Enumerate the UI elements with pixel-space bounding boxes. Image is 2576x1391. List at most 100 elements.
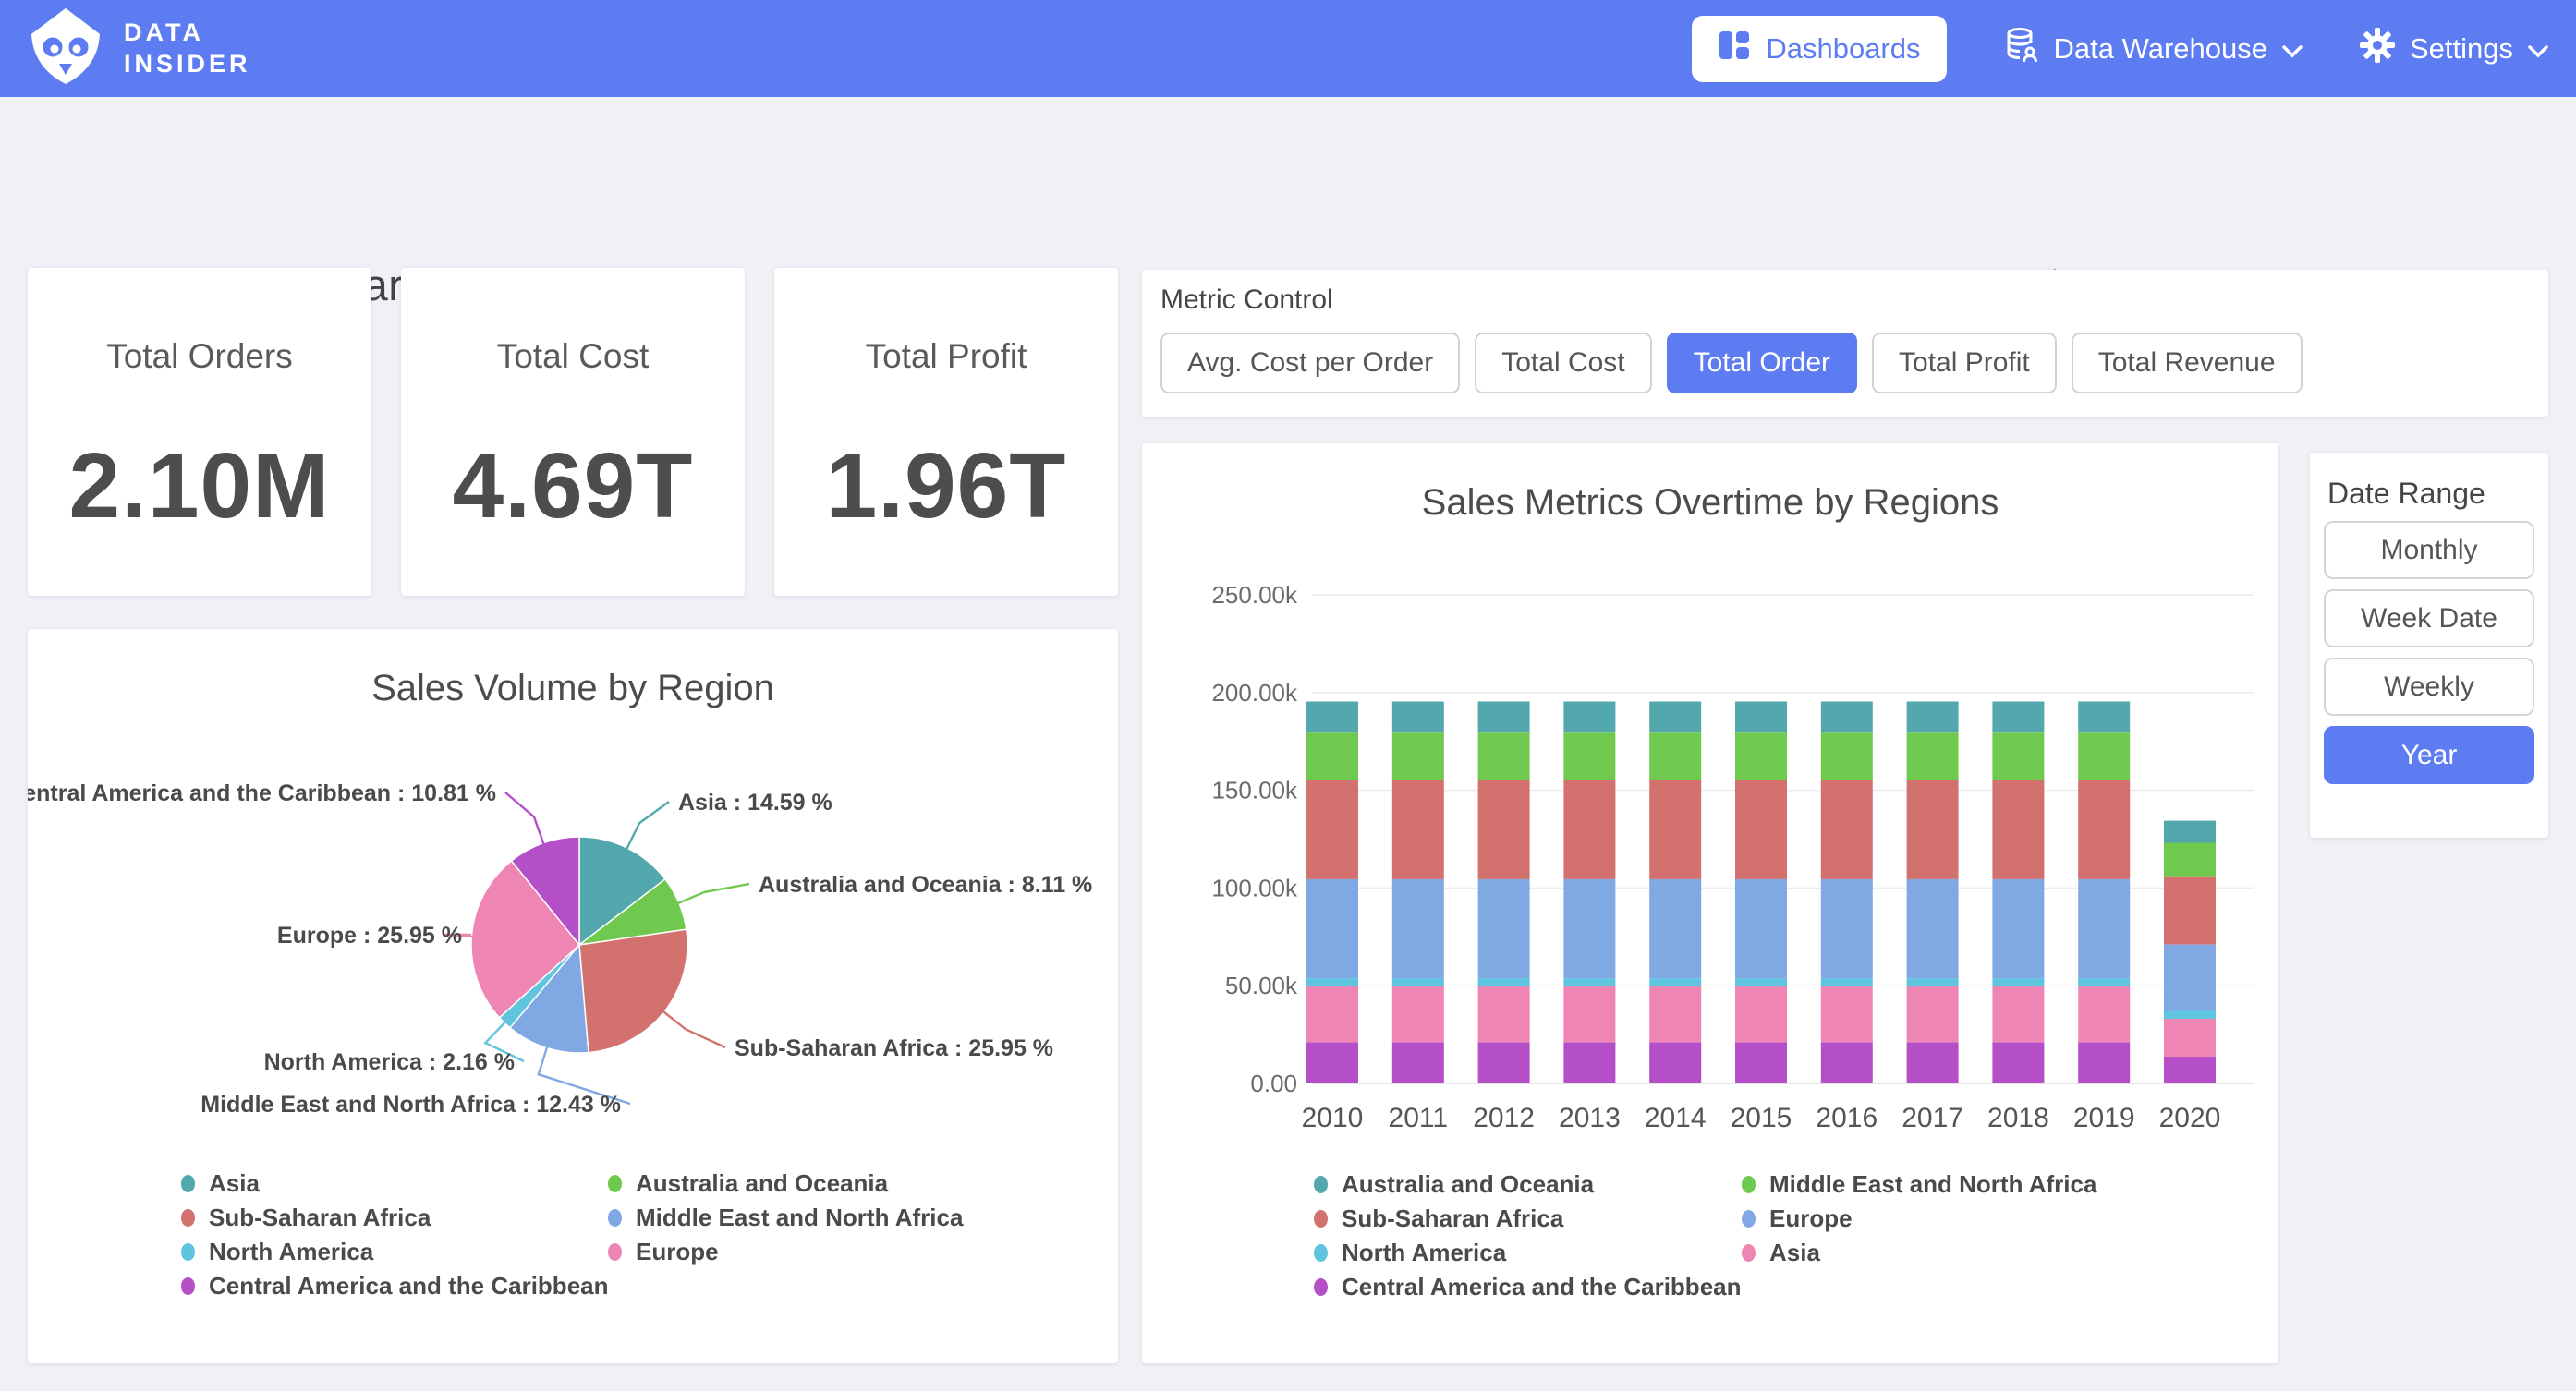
bar-legend-item[interactable]: Central America and the Caribbean [1314, 1270, 1742, 1304]
bar-segment-asia-2018[interactable] [1992, 986, 2044, 1042]
metric-chip-total-profit[interactable]: Total Profit [1872, 333, 2057, 393]
bar-segment-europe-2017[interactable] [1907, 879, 1959, 978]
bar-segment-sub-saharan-africa-2013[interactable] [1563, 780, 1615, 879]
bar-segment-central-america-and-the-caribbean-2015[interactable] [1735, 1042, 1787, 1083]
bar-segment-europe-2013[interactable] [1563, 879, 1615, 978]
pie-legend-item[interactable]: Asia [181, 1167, 608, 1201]
bar-segment-europe-2018[interactable] [1992, 879, 2044, 978]
bar-segment-australia-and-oceania-2019[interactable] [2078, 702, 2130, 733]
date-range-weekly-button[interactable]: Weekly [2324, 658, 2534, 716]
bar-segment-asia-2017[interactable] [1907, 986, 1959, 1042]
date-range-week-date-button[interactable]: Week Date [2324, 589, 2534, 647]
bar-segment-north-america-2020[interactable] [2164, 1011, 2216, 1020]
bar-segment-north-america-2013[interactable] [1563, 978, 1615, 986]
bar-segment-sub-saharan-africa-2010[interactable] [1306, 780, 1358, 879]
bar-segment-middle-east-and-north-africa-2017[interactable] [1907, 732, 1959, 780]
bar-segment-asia-2010[interactable] [1306, 986, 1358, 1042]
bar-segment-middle-east-and-north-africa-2013[interactable] [1563, 732, 1615, 780]
bar-segment-central-america-and-the-caribbean-2016[interactable] [1821, 1042, 1873, 1083]
brand[interactable]: DATA INSIDER [28, 6, 251, 91]
bar-segment-australia-and-oceania-2015[interactable] [1735, 702, 1787, 733]
pie-legend-item[interactable]: Europe [608, 1235, 963, 1269]
pie-legend-item[interactable]: Australia and Oceania [608, 1167, 963, 1201]
bar-segment-north-america-2011[interactable] [1392, 978, 1444, 986]
bar-segment-north-america-2016[interactable] [1821, 978, 1873, 986]
bar-segment-central-america-and-the-caribbean-2013[interactable] [1563, 1042, 1615, 1083]
bar-segment-australia-and-oceania-2020[interactable] [2164, 821, 2216, 843]
bar-segment-australia-and-oceania-2016[interactable] [1821, 702, 1873, 733]
bar-segment-middle-east-and-north-africa-2011[interactable] [1392, 732, 1444, 780]
bar-segment-central-america-and-the-caribbean-2010[interactable] [1306, 1042, 1358, 1083]
bar-segment-sub-saharan-africa-2011[interactable] [1392, 780, 1444, 879]
bar-segment-central-america-and-the-caribbean-2018[interactable] [1992, 1042, 2044, 1083]
bar-segment-middle-east-and-north-africa-2019[interactable] [2078, 732, 2130, 780]
bar-segment-asia-2013[interactable] [1563, 986, 1615, 1042]
bar-segment-middle-east-and-north-africa-2010[interactable] [1306, 732, 1358, 780]
bar-segment-asia-2012[interactable] [1478, 986, 1530, 1042]
bar-segment-central-america-and-the-caribbean-2012[interactable] [1478, 1042, 1530, 1083]
bar-segment-sub-saharan-africa-2012[interactable] [1478, 780, 1530, 879]
pie-slice-sub-saharan-africa[interactable] [579, 929, 687, 1052]
bar-segment-europe-2011[interactable] [1392, 879, 1444, 978]
bar-segment-middle-east-and-north-africa-2014[interactable] [1649, 732, 1701, 780]
bar-segment-asia-2016[interactable] [1821, 986, 1873, 1042]
bar-legend-item[interactable]: Asia [1742, 1236, 2096, 1270]
bar-segment-europe-2016[interactable] [1821, 879, 1873, 978]
metric-chip-total-order[interactable]: Total Order [1667, 333, 1857, 393]
bar-segment-asia-2014[interactable] [1649, 986, 1701, 1042]
bar-segment-central-america-and-the-caribbean-2017[interactable] [1907, 1042, 1959, 1083]
bar-segment-australia-and-oceania-2010[interactable] [1306, 702, 1358, 733]
bar-segment-sub-saharan-africa-2014[interactable] [1649, 780, 1701, 879]
bar-segment-north-america-2018[interactable] [1992, 978, 2044, 986]
pie-legend-item[interactable]: Middle East and North Africa [608, 1201, 963, 1235]
bar-segment-europe-2019[interactable] [2078, 879, 2130, 978]
bar-segment-sub-saharan-africa-2018[interactable] [1992, 780, 2044, 879]
bar-segment-australia-and-oceania-2011[interactable] [1392, 702, 1444, 733]
bar-segment-middle-east-and-north-africa-2020[interactable] [2164, 843, 2216, 877]
bar-segment-middle-east-and-north-africa-2015[interactable] [1735, 732, 1787, 780]
nav-dashboards-button[interactable]: Dashboards [1692, 16, 1946, 82]
bar-legend-item[interactable]: Europe [1742, 1202, 2096, 1236]
bar-legend-item[interactable]: Middle East and North Africa [1742, 1167, 2096, 1202]
bar-segment-asia-2019[interactable] [2078, 986, 2130, 1042]
bar-segment-australia-and-oceania-2012[interactable] [1478, 702, 1530, 733]
bar-segment-north-america-2019[interactable] [2078, 978, 2130, 986]
bar-segment-europe-2020[interactable] [2164, 945, 2216, 1011]
bar-segment-asia-2020[interactable] [2164, 1019, 2216, 1057]
bar-segment-europe-2012[interactable] [1478, 879, 1530, 978]
bar-segment-asia-2011[interactable] [1392, 986, 1444, 1042]
bar-segment-sub-saharan-africa-2016[interactable] [1821, 780, 1873, 879]
metric-chip-total-revenue[interactable]: Total Revenue [2072, 333, 2303, 393]
bar-segment-north-america-2012[interactable] [1478, 978, 1530, 986]
bar-segment-middle-east-and-north-africa-2016[interactable] [1821, 732, 1873, 780]
bar-legend-item[interactable]: Sub-Saharan Africa [1314, 1202, 1742, 1236]
metric-chip-total-cost[interactable]: Total Cost [1475, 333, 1651, 393]
bar-segment-australia-and-oceania-2017[interactable] [1907, 702, 1959, 733]
pie-legend-item[interactable]: Central America and the Caribbean [181, 1269, 608, 1303]
bar-segment-europe-2010[interactable] [1306, 879, 1358, 978]
bar-segment-europe-2014[interactable] [1649, 879, 1701, 978]
bar-segment-australia-and-oceania-2013[interactable] [1563, 702, 1615, 733]
bar-segment-north-america-2017[interactable] [1907, 978, 1959, 986]
bar-segment-australia-and-oceania-2018[interactable] [1992, 702, 2044, 733]
bar-segment-sub-saharan-africa-2019[interactable] [2078, 780, 2130, 879]
bar-segment-central-america-and-the-caribbean-2020[interactable] [2164, 1057, 2216, 1083]
bar-segment-middle-east-and-north-africa-2012[interactable] [1478, 732, 1530, 780]
date-range-monthly-button[interactable]: Monthly [2324, 521, 2534, 579]
bar-segment-sub-saharan-africa-2017[interactable] [1907, 780, 1959, 879]
metric-chip-avg-cost-per-order[interactable]: Avg. Cost per Order [1160, 333, 1460, 393]
bar-segment-asia-2015[interactable] [1735, 986, 1787, 1042]
bar-segment-central-america-and-the-caribbean-2014[interactable] [1649, 1042, 1701, 1083]
bar-segment-north-america-2010[interactable] [1306, 978, 1358, 986]
bar-segment-sub-saharan-africa-2020[interactable] [2164, 877, 2216, 945]
nav-settings-menu[interactable]: Settings [2360, 28, 2548, 70]
bar-legend-item[interactable]: Australia and Oceania [1314, 1167, 1742, 1202]
bar-legend-item[interactable]: North America [1314, 1236, 1742, 1270]
pie-legend-item[interactable]: Sub-Saharan Africa [181, 1201, 608, 1235]
bar-segment-north-america-2015[interactable] [1735, 978, 1787, 986]
bar-segment-central-america-and-the-caribbean-2019[interactable] [2078, 1042, 2130, 1083]
bar-segment-north-america-2014[interactable] [1649, 978, 1701, 986]
bar-segment-sub-saharan-africa-2015[interactable] [1735, 780, 1787, 879]
bar-segment-europe-2015[interactable] [1735, 879, 1787, 978]
pie-legend-item[interactable]: North America [181, 1235, 608, 1269]
